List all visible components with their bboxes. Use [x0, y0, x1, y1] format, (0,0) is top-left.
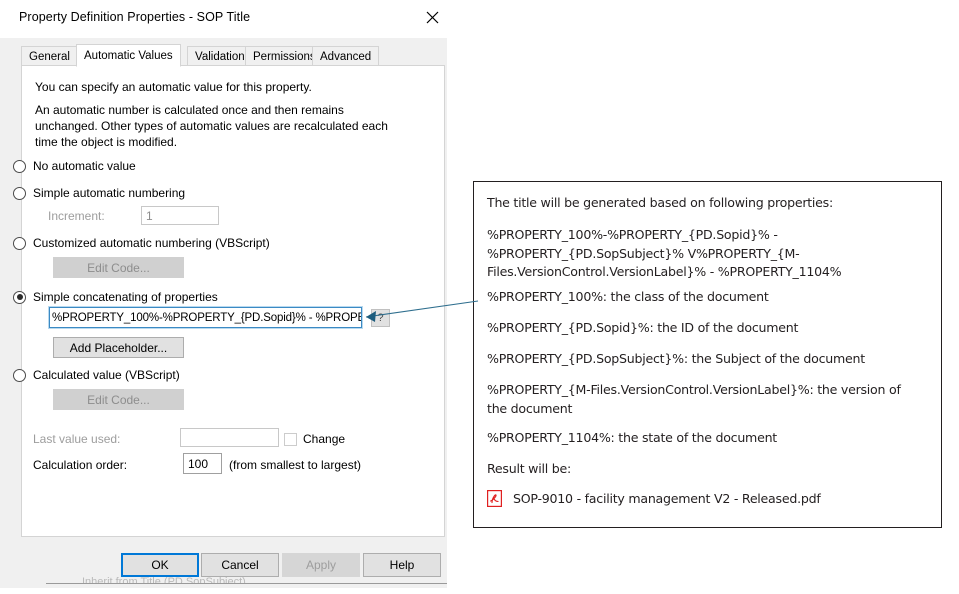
last-value-used-label: Last value used:	[33, 432, 121, 446]
radio-circle-simple-concatenating-of-properties	[13, 290, 26, 304]
edit-code-button-calculated-value[interactable]: Edit Code...	[53, 389, 184, 410]
concatenation-pattern-input[interactable]: %PROPERTY_100%-%PROPERTY_{PD.Sopid}% - %…	[48, 306, 363, 329]
radio-label-simple-concatenating-of-properties: Simple concatenating of properties	[33, 290, 218, 304]
annotation-state-desc: %PROPERTY_1104%: the state of the docume…	[487, 430, 777, 445]
increment-label: Increment:	[48, 209, 105, 223]
radio-circle-no-automatic-value	[13, 159, 26, 173]
edit-code-button-vbscript-numbering[interactable]: Edit Code...	[53, 257, 184, 278]
annotation-version-desc: %PROPERTY_{M-Files.VersionControl.Versio…	[487, 382, 901, 416]
help-button[interactable]: Help	[363, 553, 441, 577]
radio-label-simple-automatic-numbering: Simple automatic numbering	[33, 186, 186, 200]
annotation-result-row: SOP-9010 - facility management V2 - Rele…	[487, 490, 821, 508]
change-checkbox[interactable]: Change	[284, 432, 345, 446]
dialog-title-bar: Property Definition Properties - SOP Tit…	[0, 0, 447, 38]
radio-simple-concatenating-of-properties[interactable]: Simple concatenating of properties	[13, 290, 218, 304]
annotation-pattern: %PROPERTY_100%-%PROPERTY_{PD.Sopid}% - %…	[487, 227, 842, 279]
apply-button[interactable]: Apply	[282, 553, 360, 577]
intro-text-primary: You can specify an automatic value for t…	[35, 80, 312, 94]
radio-simple-automatic-numbering[interactable]: Simple automatic numbering	[13, 186, 185, 200]
tab-general[interactable]: General	[21, 46, 78, 66]
add-placeholder-button[interactable]: Add Placeholder...	[53, 337, 184, 358]
calculation-order-hint: (from smallest to largest)	[229, 458, 362, 472]
help-question-button[interactable]: ?	[371, 309, 390, 327]
screenshot-root: Property Definition Properties - SOP Tit…	[0, 0, 959, 594]
radio-no-automatic-value[interactable]: No automatic value	[13, 159, 136, 173]
radio-label-no-automatic-value: No automatic value	[33, 159, 136, 173]
annotation-id-desc: %PROPERTY_{PD.Sopid}%: the ID of the doc…	[487, 320, 799, 335]
annotation-result-file-name: SOP-9010 - facility management V2 - Rele…	[513, 491, 821, 506]
close-icon[interactable]	[410, 2, 454, 32]
concatenation-pattern-value: %PROPERTY_100%-%PROPERTY_{PD.Sopid}% - %…	[52, 311, 361, 324]
last-value-used-input[interactable]	[180, 428, 279, 447]
calculation-order-input[interactable]: 100	[183, 453, 222, 474]
pdf-file-icon	[487, 490, 503, 508]
radio-label-customized-automatic-numbering: Customized automatic numbering (VBScript…	[33, 236, 270, 250]
radio-label-calculated-value-vbscript: Calculated value (VBScript)	[33, 368, 180, 382]
radio-circle-simple-automatic-numbering	[13, 186, 26, 200]
calculation-order-value: 100	[188, 456, 209, 471]
radio-circle-calculated-value-vbscript	[13, 368, 26, 382]
annotation-callout: The title will be generated based on fol…	[473, 181, 942, 528]
cancel-button[interactable]: Cancel	[201, 553, 279, 577]
increment-input[interactable]: 1	[141, 206, 219, 225]
annotation-result-heading: Result will be:	[487, 461, 571, 476]
property-definition-properties-dialog: Property Definition Properties - SOP Tit…	[0, 0, 447, 588]
ok-button[interactable]: OK	[121, 553, 199, 577]
annotation-subject-desc: %PROPERTY_{PD.SopSubject}%: the Subject …	[487, 351, 865, 366]
dialog-title: Property Definition Properties - SOP Tit…	[19, 10, 251, 24]
background-clipped-text: Inherit from Title (PD.SopSubject)	[82, 576, 246, 583]
radio-calculated-value-vbscript[interactable]: Calculated value (VBScript)	[13, 368, 180, 382]
checkbox-label-change: Change	[303, 432, 346, 446]
tab-strip: General Automatic Values Validation Perm…	[21, 44, 445, 67]
radio-circle-customized-automatic-numbering	[13, 236, 26, 250]
calculation-order-label: Calculation order:	[33, 458, 128, 472]
radio-customized-automatic-numbering[interactable]: Customized automatic numbering (VBScript…	[13, 236, 270, 250]
annotation-heading: The title will be generated based on fol…	[487, 195, 833, 210]
intro-text-secondary: An automatic number is calculated once a…	[35, 103, 388, 149]
annotation-class-desc: %PROPERTY_100%: the class of the documen…	[487, 289, 769, 304]
tab-advanced[interactable]: Advanced	[312, 46, 380, 66]
tab-validation[interactable]: Validation	[187, 46, 253, 66]
checkbox-square-change	[284, 432, 297, 446]
background-divider	[46, 583, 447, 584]
tab-automatic-values[interactable]: Automatic Values	[76, 44, 181, 67]
increment-value: 1	[146, 208, 153, 223]
